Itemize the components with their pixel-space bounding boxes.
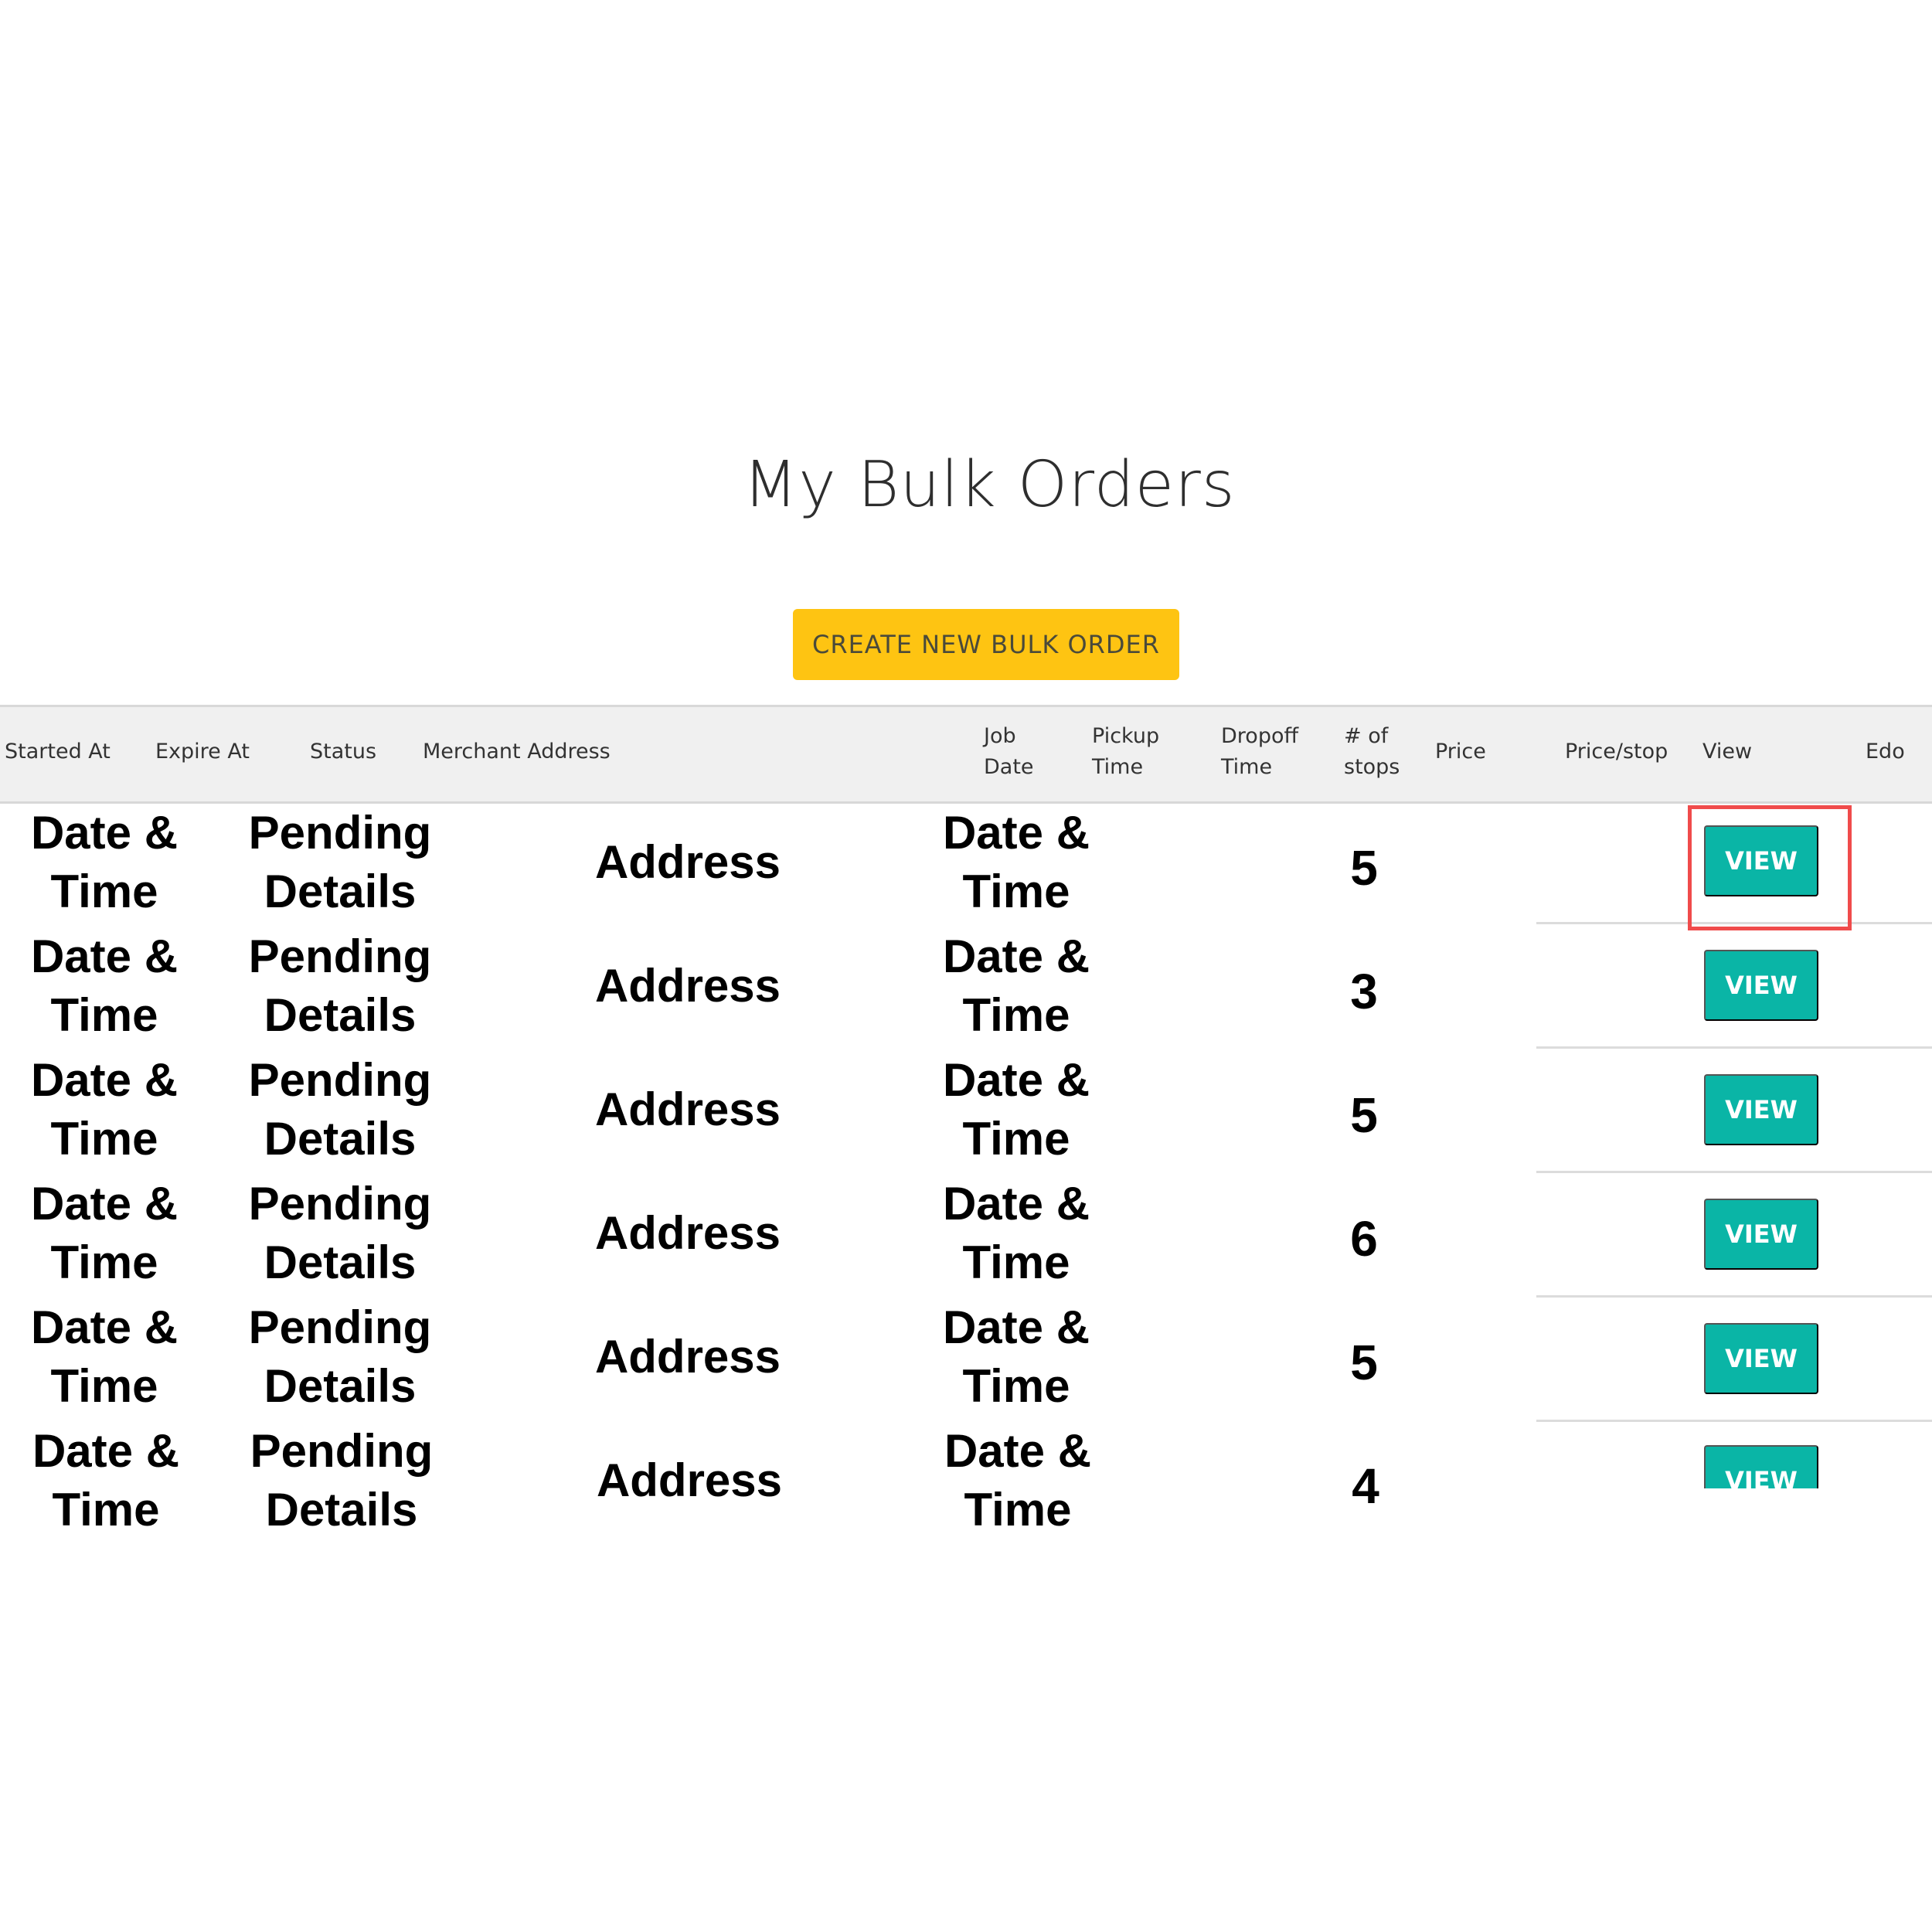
- stops-cell: 6: [1350, 1211, 1378, 1267]
- column-header-expire-at: Expire At: [155, 740, 250, 764]
- column-header-dropoff-time: Dropoff Time: [1221, 724, 1299, 779]
- row-divider: [1536, 1046, 1932, 1049]
- view-button[interactable]: VIEW: [1704, 1323, 1818, 1394]
- column-header-started-at: Started At: [5, 740, 111, 764]
- view-button[interactable]: VIEW: [1704, 1199, 1818, 1270]
- column-header-status: Status: [310, 740, 377, 764]
- row-divider: [1536, 1295, 1932, 1298]
- stops-cell: 5: [1350, 1335, 1378, 1390]
- column-header-merchant-address: Merchant Address: [423, 740, 611, 764]
- stops-cell: 5: [1350, 1087, 1378, 1143]
- row-divider: [1536, 922, 1932, 924]
- address-cell: Address: [596, 1454, 783, 1506]
- status-cell: Pending Details: [248, 807, 432, 917]
- view-button[interactable]: VIEW: [1704, 950, 1818, 1021]
- view-button-clip: VIEW: [1700, 1445, 1824, 1488]
- view-button[interactable]: VIEW: [1704, 1074, 1818, 1145]
- status-cell: Pending Details: [250, 1425, 434, 1536]
- started-at-cell: Date & Time: [30, 1178, 179, 1288]
- started-at-cell: Date & Time: [30, 807, 179, 917]
- create-new-bulk-order-button[interactable]: CREATE NEW BULK ORDER: [793, 609, 1179, 680]
- stops-cell: 5: [1350, 840, 1378, 896]
- view-button[interactable]: VIEW: [1704, 1445, 1818, 1488]
- column-header-price-per-stop: Price/stop: [1565, 740, 1668, 764]
- table-header: Started At Expire At Status Merchant Add…: [0, 705, 1932, 804]
- started-at-cell: Date & Time: [32, 1425, 180, 1536]
- job-date-cell: Date & Time: [942, 1301, 1090, 1412]
- row-divider: [1536, 1171, 1932, 1173]
- started-at-cell: Date & Time: [30, 930, 179, 1041]
- address-cell: Address: [594, 1083, 781, 1135]
- stops-cell: 3: [1350, 964, 1378, 1019]
- column-header-number-of-stops: # of stops: [1344, 724, 1400, 779]
- status-cell: Pending Details: [248, 930, 432, 1041]
- status-cell: Pending Details: [248, 1054, 432, 1165]
- column-header-view: View: [1702, 740, 1753, 764]
- view-button[interactable]: VIEW: [1704, 825, 1818, 896]
- status-cell: Pending Details: [248, 1178, 432, 1288]
- address-cell: Address: [594, 1331, 781, 1383]
- address-cell: Address: [594, 1207, 781, 1259]
- column-header-price: Price: [1435, 740, 1486, 764]
- job-date-cell: Date & Time: [944, 1425, 1092, 1536]
- stops-cell: 4: [1352, 1458, 1379, 1514]
- address-cell: Address: [594, 836, 781, 888]
- started-at-cell: Date & Time: [30, 1301, 179, 1412]
- column-header-job-date: Job Date: [984, 724, 1034, 779]
- job-date-cell: Date & Time: [942, 930, 1090, 1041]
- page-title: My Bulk Orders: [743, 448, 1236, 522]
- job-date-cell: Date & Time: [942, 1178, 1090, 1288]
- status-cell: Pending Details: [248, 1301, 432, 1412]
- address-cell: Address: [594, 960, 781, 1012]
- column-header-pickup-time: Pickup Time: [1092, 724, 1160, 779]
- job-date-cell: Date & Time: [942, 807, 1090, 917]
- column-header-edit: Edo: [1866, 740, 1905, 764]
- job-date-cell: Date & Time: [942, 1054, 1090, 1165]
- row-divider: [1536, 1420, 1932, 1422]
- started-at-cell: Date & Time: [30, 1054, 179, 1165]
